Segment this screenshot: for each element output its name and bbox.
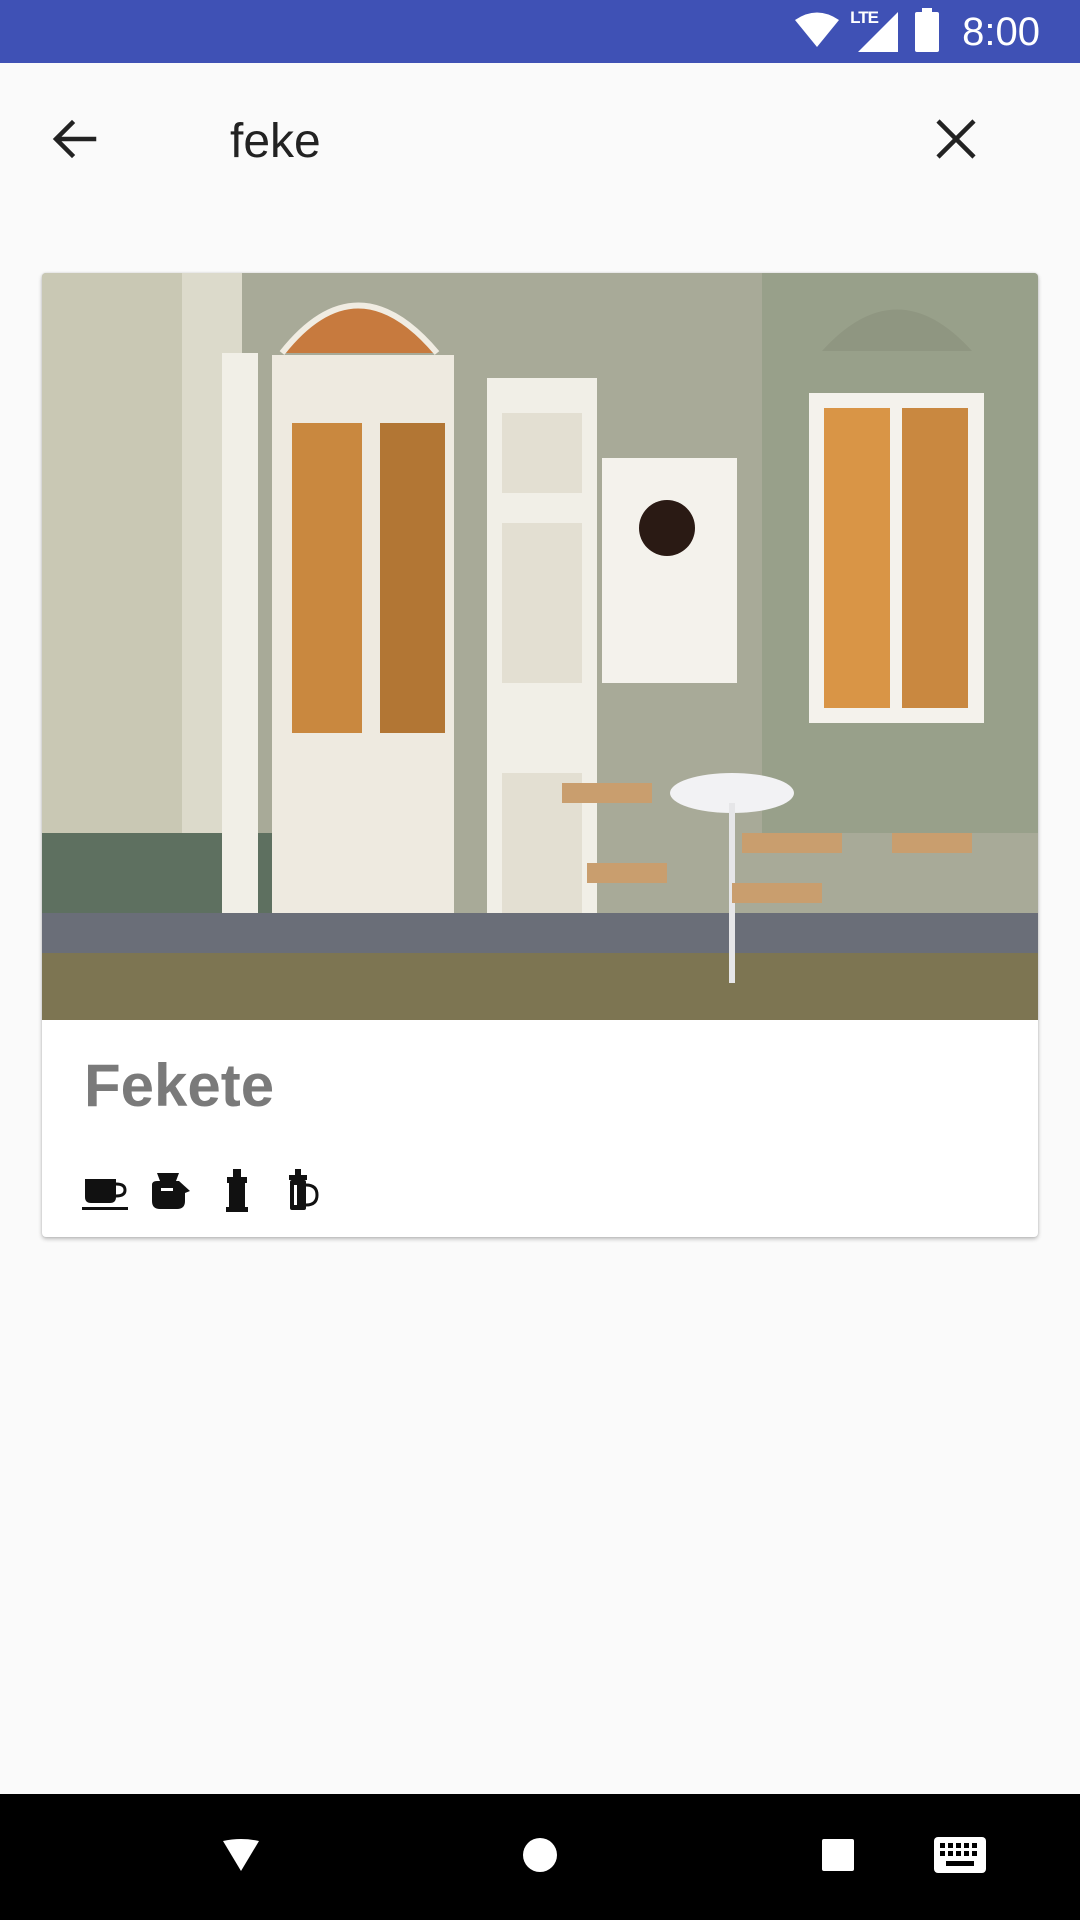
brew-methods: [82, 1166, 326, 1216]
status-bar: LTE 8:00: [0, 0, 1080, 63]
navigation-bar: [0, 1794, 1080, 1920]
close-icon: [935, 118, 977, 165]
lte-label: LTE: [850, 8, 879, 27]
nav-back-button[interactable]: [206, 1822, 276, 1892]
back-triangle-icon: [221, 1837, 261, 1878]
cafe-result-card[interactable]: Fekete: [42, 273, 1038, 1237]
back-button[interactable]: [38, 105, 110, 177]
nav-home-button[interactable]: [505, 1822, 575, 1892]
recents-square-icon: [821, 1838, 855, 1877]
french-press-icon: [280, 1166, 326, 1216]
nav-keyboard-button[interactable]: [925, 1822, 995, 1892]
aeropress-icon: [214, 1166, 260, 1216]
battery-icon: [914, 7, 940, 57]
arrow-back-icon: [50, 115, 98, 168]
filter-kettle-icon: [148, 1166, 194, 1216]
cafe-photo: [42, 273, 1038, 1020]
search-toolbar: [0, 63, 1080, 210]
home-circle-icon: [522, 1837, 558, 1878]
lte-signal-icon: LTE: [850, 8, 900, 54]
keyboard-icon: [933, 1836, 987, 1879]
status-time: 8:00: [962, 9, 1040, 54]
wifi-icon: [794, 11, 840, 54]
espresso-cup-icon: [82, 1166, 128, 1216]
cafe-name: Fekete: [84, 1052, 275, 1119]
search-input[interactable]: [230, 103, 880, 179]
status-icons: LTE 8:00: [794, 7, 1040, 57]
nav-recents-button[interactable]: [803, 1822, 873, 1892]
clear-search-button[interactable]: [920, 105, 992, 177]
